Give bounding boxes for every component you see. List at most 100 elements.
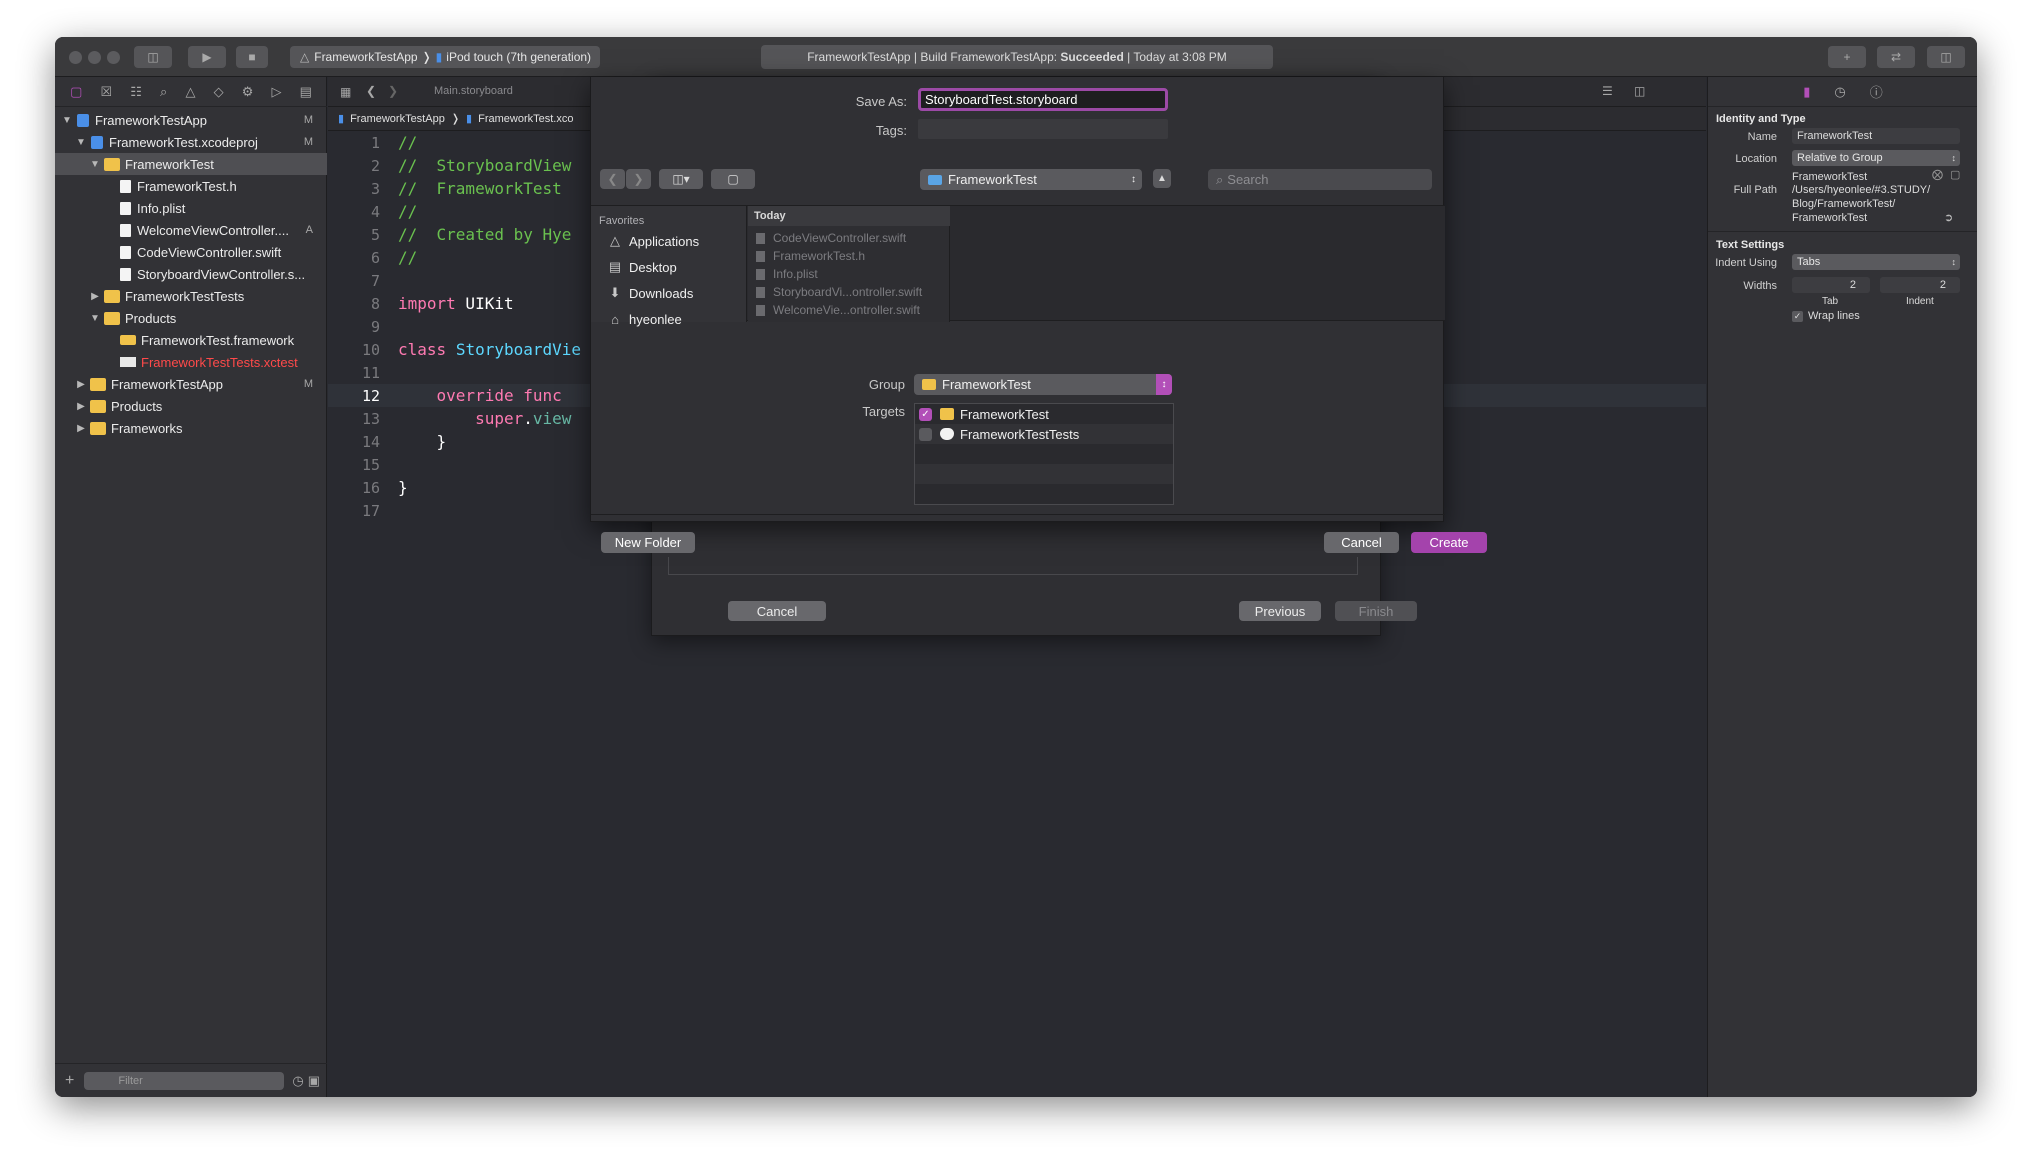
disclosure-closed-icon[interactable]: ▶ [89, 291, 101, 302]
toggle-inspector-button[interactable]: ◫ [1927, 46, 1965, 68]
tree-item-file[interactable]: CodeViewController.swift [55, 241, 327, 263]
tree-item-file[interactable]: Info.plist [55, 197, 327, 219]
tree-item-frameworktestapp[interactable]: ▼ FrameworkTestApp M [55, 109, 327, 131]
location-popup[interactable]: Relative to Group [1792, 150, 1960, 166]
template-cancel-button[interactable]: Cancel [728, 601, 826, 621]
code-review-button[interactable]: ⇄ [1877, 46, 1915, 68]
tree-item-file[interactable]: WelcomeViewController.... A [55, 219, 327, 241]
warning-icon[interactable]: △ [185, 84, 195, 100]
indent-width-stepper[interactable]: 2 [1880, 277, 1960, 293]
forward-button[interactable]: ❯ [626, 169, 651, 189]
library-button[interactable]: + [1828, 46, 1866, 68]
tree-item-xctest[interactable]: FrameworkTestTests.xctest [55, 351, 327, 373]
location-popup[interactable]: FrameworkTest [920, 169, 1142, 190]
folder-icon [922, 379, 936, 390]
create-button[interactable]: Create [1411, 532, 1487, 553]
reveal-in-finder-icon[interactable]: ➲ [1944, 211, 1953, 224]
favorite-desktop[interactable]: ▤ Desktop [607, 257, 677, 277]
tab-width-stepper[interactable]: 2 [1792, 277, 1870, 293]
desktop-icon: ▤ [608, 259, 622, 274]
file-item: StoryboardVi...ontroller.swift [756, 283, 922, 301]
choose-folder-icon[interactable]: ▢ [1950, 168, 1960, 181]
tree-item-framework[interactable]: FrameworkTest.framework [55, 329, 327, 351]
disclosure-closed-icon[interactable]: ▶ [75, 401, 87, 412]
toggle-navigator-button[interactable]: ◫ [134, 46, 172, 68]
search-icon[interactable]: ⌕ [160, 84, 167, 100]
tree-item-file[interactable]: StoryboardViewController.s... [55, 263, 327, 285]
editor-options-icon[interactable]: ☰ [1602, 84, 1613, 98]
disclosure-closed-icon[interactable]: ▶ [75, 379, 87, 390]
new-folder-toolbar-button[interactable]: ▢ [711, 169, 755, 189]
zoom-window-button[interactable] [107, 51, 120, 64]
collapse-button[interactable]: ▲ [1153, 169, 1171, 188]
clear-icon[interactable]: ⨂ [1932, 168, 1943, 181]
recent-files-icon[interactable]: ◷ [292, 1073, 303, 1089]
chevron-right-icon: ❭ [421, 50, 432, 64]
filter-input[interactable]: Filter [84, 1071, 285, 1090]
minimize-window-button[interactable] [88, 51, 101, 64]
history-icon[interactable]: ◷ [1834, 84, 1845, 100]
scm-filter-icon[interactable]: ▣ [308, 1073, 320, 1089]
back-button[interactable]: ❮ [600, 169, 625, 189]
tree-item-xcodeproj[interactable]: ▼ FrameworkTest.xcodeproj M [55, 131, 327, 153]
help-icon[interactable]: ⓘ [1870, 82, 1883, 101]
back-icon[interactable]: ❮ [366, 84, 376, 98]
jumpbar-xcodeproj[interactable]: FrameworkTest.xco [478, 113, 573, 125]
test-icon[interactable]: ◇ [214, 84, 224, 100]
folder-icon[interactable]: ▢ [70, 84, 82, 100]
scheme-selector[interactable]: △ FrameworkTestApp ❭ ▮ iPod touch (7th g… [290, 46, 600, 68]
previous-button[interactable]: Previous [1239, 601, 1321, 621]
breakpoint-icon[interactable]: ▷ [271, 84, 281, 100]
new-folder-button[interactable]: New Folder [601, 532, 695, 553]
debug-icon[interactable]: ⚙ [242, 84, 254, 100]
name-field[interactable]: FrameworkTest [1792, 128, 1960, 144]
target-row-frameworktest[interactable]: ✓ FrameworkTest [915, 404, 1173, 424]
favorite-home[interactable]: ⌂ hyeonlee [607, 309, 682, 329]
save-as-input[interactable]: StoryboardTest.storyboard [918, 88, 1168, 111]
source-control-icon[interactable]: ☒ [100, 84, 112, 100]
stop-button[interactable]: ■ [236, 46, 268, 68]
hierarchy-icon[interactable]: ☷ [130, 84, 142, 100]
finish-button[interactable]: Finish [1335, 601, 1417, 621]
report-icon[interactable]: ▤ [300, 84, 312, 100]
target-checkbox-checked[interactable]: ✓ [919, 407, 932, 421]
tree-item-frameworks[interactable]: ▶ Frameworks [55, 417, 327, 439]
file-inspector-icon[interactable]: ▮ [1803, 84, 1810, 100]
grid-icon[interactable]: ▦ [340, 85, 351, 99]
search-input[interactable]: ⌕ Search [1208, 169, 1432, 190]
tree-item-label: Info.plist [137, 200, 186, 216]
cancel-button[interactable]: Cancel [1324, 532, 1399, 553]
tree-item-products[interactable]: ▼ Products [55, 307, 327, 329]
tab-main-storyboard[interactable]: Main.storyboard [434, 85, 513, 97]
tree-item-products[interactable]: ▶ Products [55, 395, 327, 417]
line-number: 5 [370, 225, 380, 244]
target-row-frameworktesttests[interactable]: FrameworkTestTests [915, 424, 1173, 444]
group-popup[interactable]: FrameworkTest ↕ [914, 374, 1172, 395]
disclosure-open-icon[interactable]: ▼ [89, 159, 101, 170]
line-number: 3 [370, 179, 380, 198]
target-checkbox-unchecked[interactable] [919, 427, 932, 441]
tree-item-frameworktestapp-group[interactable]: ▶ FrameworkTestApp M [55, 373, 327, 395]
swap-icon: ⇄ [1890, 50, 1902, 64]
favorite-applications[interactable]: △ Applications [607, 231, 699, 251]
disclosure-open-icon[interactable]: ▼ [75, 137, 87, 148]
run-button[interactable]: ▶ [188, 46, 226, 68]
close-window-button[interactable] [69, 51, 82, 64]
indent-width-value: 2 [1939, 279, 1946, 291]
view-mode-button[interactable]: ◫▾ [659, 169, 703, 189]
forward-icon[interactable]: ❯ [388, 84, 398, 98]
tree-item-frameworktest-group[interactable]: ▼ FrameworkTest [55, 153, 327, 175]
favorite-downloads[interactable]: ⬇ Downloads [607, 283, 694, 303]
add-file-icon[interactable]: + [65, 1072, 74, 1090]
tree-item-frameworktesttests[interactable]: ▶ FrameworkTestTests [55, 285, 327, 307]
disclosure-open-icon[interactable]: ▼ [89, 313, 101, 324]
disclosure-closed-icon[interactable]: ▶ [75, 423, 87, 434]
tags-input[interactable] [918, 119, 1168, 139]
jumpbar-project[interactable]: FrameworkTestApp [350, 113, 445, 125]
wrap-lines-checkbox[interactable]: ✓ Wrap lines [1792, 310, 1860, 322]
add-editor-icon[interactable]: ◫ [1634, 84, 1645, 98]
disclosure-open-icon[interactable]: ▼ [61, 115, 73, 126]
code-token: import [398, 294, 456, 313]
tree-item-file[interactable]: FrameworkTest.h [55, 175, 327, 197]
indent-using-popup[interactable]: Tabs [1792, 254, 1960, 270]
